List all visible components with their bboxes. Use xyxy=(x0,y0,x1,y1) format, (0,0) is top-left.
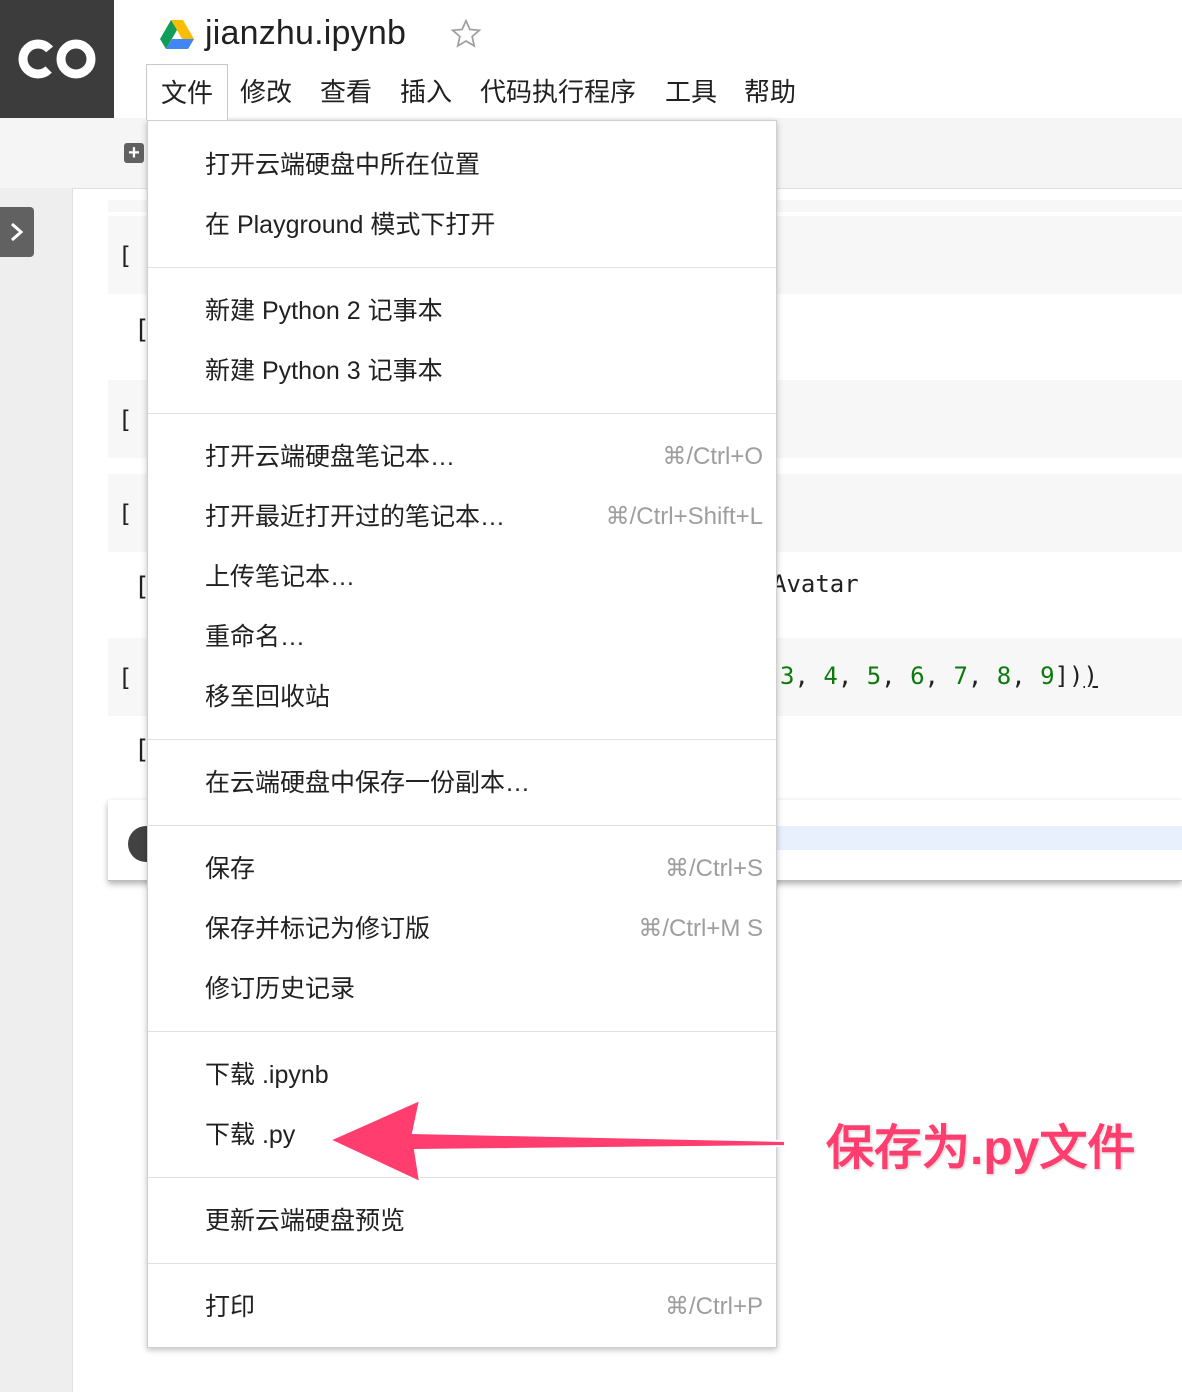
output-text-avatar: Avatar xyxy=(772,570,859,598)
menu-view[interactable]: 查看 xyxy=(320,64,372,120)
menu-divider xyxy=(148,413,776,414)
annotation-label: 保存为.py文件 xyxy=(826,1122,1136,1175)
code-array-values: 3, 4, 5, 6, 7, 8, 9])) xyxy=(780,662,1098,690)
menu-item-new-python3[interactable]: 新建 Python 3 记事本 xyxy=(148,343,776,399)
menu-item-open-drive-notebook[interactable]: 打开云端硬盘笔记本… ⌘/Ctrl+O xyxy=(148,429,776,485)
menu-item-open-in-drive[interactable]: 打开云端硬盘中所在位置 xyxy=(148,137,776,193)
menu-runtime[interactable]: 代码执行程序 xyxy=(480,64,636,120)
menu-help[interactable]: 帮助 xyxy=(744,64,796,120)
notebook-title[interactable]: jianzhu.ipynb xyxy=(205,14,406,53)
add-cell-icon[interactable]: + xyxy=(124,143,144,163)
menu-item-new-python2[interactable]: 新建 Python 2 记事本 xyxy=(148,283,776,339)
colab-logo[interactable] xyxy=(0,0,114,118)
shortcut-label: ⌘/Ctrl+O xyxy=(662,443,763,470)
menu-file[interactable]: 文件 xyxy=(146,64,229,120)
menu-tools[interactable]: 工具 xyxy=(665,64,717,120)
menu-item-save-copy-drive[interactable]: 在云端硬盘中保存一份副本… xyxy=(148,755,776,811)
menu-divider xyxy=(148,267,776,268)
menu-item-download-ipynb[interactable]: 下载 .ipynb xyxy=(148,1047,776,1103)
menu-item-open-recent[interactable]: 打开最近打开过的笔记本… ⌘/Ctrl+Shift+L xyxy=(148,489,776,545)
menu-item-print[interactable]: 打印 ⌘/Ctrl+P xyxy=(148,1279,776,1335)
shortcut-label: ⌘/Ctrl+Shift+L xyxy=(605,503,763,530)
shortcut-label: ⌘/Ctrl+M S xyxy=(638,915,763,942)
star-icon[interactable] xyxy=(449,18,483,50)
menu-item-open-playground[interactable]: 在 Playground 模式下打开 xyxy=(148,197,776,253)
menu-item-update-drive-preview[interactable]: 更新云端硬盘预览 xyxy=(148,1193,776,1249)
menu-item-move-to-trash[interactable]: 移至回收站 xyxy=(148,669,776,725)
menu-item-upload[interactable]: 上传笔记本… xyxy=(148,549,776,605)
menu-insert[interactable]: 插入 xyxy=(400,64,452,120)
code-editor[interactable] xyxy=(776,826,1182,850)
annotation-arrow-icon xyxy=(327,1098,786,1184)
left-sidebar xyxy=(0,188,73,1392)
expand-sidebar-button[interactable] xyxy=(0,207,34,257)
google-drive-icon xyxy=(160,20,194,49)
menu-edit[interactable]: 修改 xyxy=(240,64,292,120)
menu-divider xyxy=(148,1031,776,1032)
shortcut-label: ⌘/Ctrl+P xyxy=(664,1293,763,1320)
shortcut-label: ⌘/Ctrl+S xyxy=(664,855,763,882)
menu-divider xyxy=(148,825,776,826)
menu-item-save-revision[interactable]: 保存并标记为修订版 ⌘/Ctrl+M S xyxy=(148,901,776,957)
menu-item-save[interactable]: 保存 ⌘/Ctrl+S xyxy=(148,841,776,897)
menu-divider xyxy=(148,1263,776,1264)
chevron-right-icon xyxy=(11,222,24,242)
menu-divider xyxy=(148,739,776,740)
colab-logo-icon xyxy=(18,39,96,79)
menu-item-revision-history[interactable]: 修订历史记录 xyxy=(148,961,776,1017)
menu-item-rename[interactable]: 重命名… xyxy=(148,609,776,665)
